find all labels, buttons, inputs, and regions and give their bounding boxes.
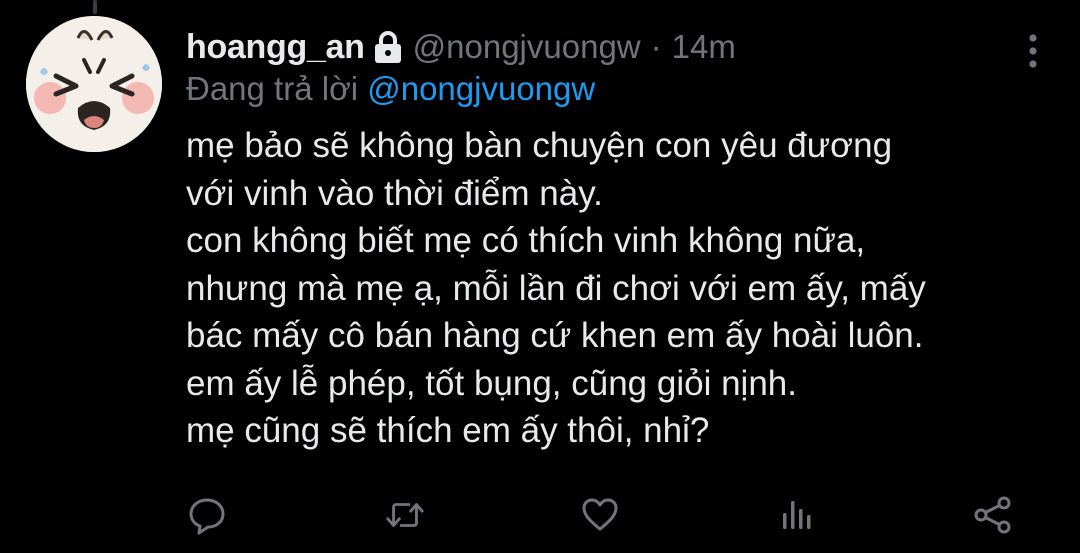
- user-handle[interactable]: @nongjvuongw: [413, 28, 641, 66]
- share-icon: [974, 496, 1011, 534]
- heart-icon: [582, 498, 618, 531]
- analytics-icon: [783, 501, 811, 529]
- retweet-button[interactable]: [384, 494, 426, 536]
- tweet-text-line: nhưng mà mẹ ạ, mỗi lần đi chơi với em ấy…: [186, 268, 926, 308]
- replying-to: Đang trả lời @nongjvuongw: [186, 70, 1040, 116]
- timestamp[interactable]: 14m: [672, 28, 736, 66]
- tweet-header: hoangg_an @nongjvuongw · 14m: [186, 18, 1040, 76]
- reply-button[interactable]: [186, 494, 228, 536]
- like-button[interactable]: [579, 494, 621, 536]
- tweet-text-line: với vinh vào thời điểm này.: [186, 173, 603, 213]
- tweet-text-line: mẹ bảo sẽ không bàn chuyện con yêu đương: [186, 126, 893, 165]
- retweet-icon: [386, 503, 424, 527]
- tweet-text: mẹ bảo sẽ không bàn chuyện con yêu đương…: [186, 122, 1040, 455]
- views-button[interactable]: [776, 494, 818, 536]
- share-button[interactable]: [972, 494, 1014, 536]
- tweet-actions-bar: [186, 494, 1046, 538]
- tweet-text-line: em ấy lễ phép, tốt bụng, cũng giỏi nịnh.: [186, 363, 797, 403]
- lock-icon: [373, 30, 403, 64]
- tweet-text-line: mẹ cũng sẽ thích em ấy thôi, nhỉ?: [186, 411, 710, 450]
- thread-connector-line: [93, 0, 97, 14]
- tweet-text-line: bác mấy cô bán hàng cứ khen em ấy hoài l…: [186, 316, 924, 355]
- avatar[interactable]: [26, 16, 162, 152]
- display-name[interactable]: hoangg_an: [186, 28, 365, 67]
- reply-prefix: Đang trả lời: [186, 70, 359, 107]
- tweet-text-line: con không biết mẹ có thích vinh không nữ…: [186, 221, 866, 260]
- tweet-content: hoangg_an @nongjvuongw · 14m Đang trả lờ…: [186, 18, 1040, 455]
- reply-icon: [189, 498, 225, 535]
- separator-dot: ·: [650, 28, 662, 65]
- reply-mention-link[interactable]: @nongjvuongw: [367, 70, 595, 107]
- more-options-icon[interactable]: [1026, 32, 1040, 72]
- avatar-image: [26, 16, 162, 152]
